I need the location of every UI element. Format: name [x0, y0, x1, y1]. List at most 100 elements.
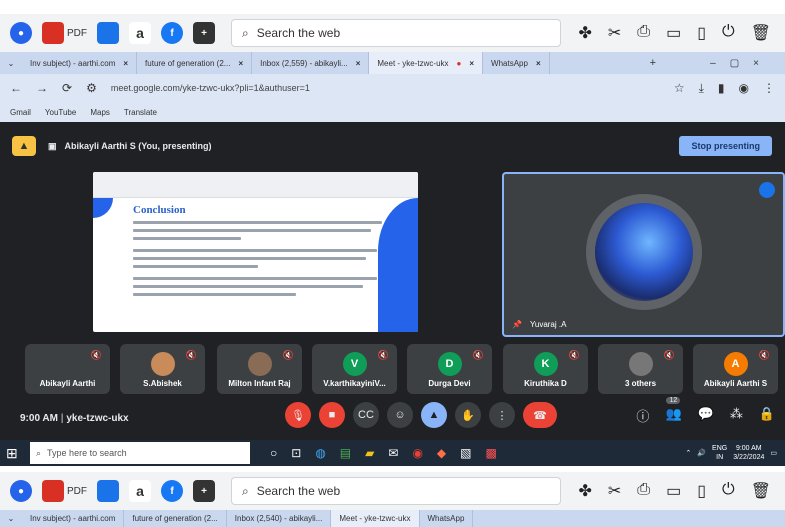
- plus-app-icon[interactable]: +: [193, 480, 215, 502]
- mic-off-button[interactable]: 🎙: [285, 402, 311, 428]
- tab-4[interactable]: WhatsApp ×: [483, 52, 550, 74]
- close-icon[interactable]: ×: [123, 59, 128, 68]
- volume-icon[interactable]: 🔊: [697, 449, 706, 457]
- participant-tile[interactable]: 🔇 Abikayli Aarthi: [25, 344, 110, 394]
- more-options-button[interactable]: ⋮: [489, 402, 515, 428]
- tab-1[interactable]: future of generation (2... ×: [137, 52, 253, 74]
- tray-arrow-icon[interactable]: ⌃: [685, 449, 691, 457]
- close-icon[interactable]: ×: [356, 59, 361, 68]
- bookmark-gmail[interactable]: Gmail: [10, 108, 31, 117]
- app-icon[interactable]: [97, 480, 119, 502]
- monitor-icon[interactable]: ▭: [666, 23, 681, 43]
- active-speaker-tile[interactable]: 📌 Yuvaraj .A: [502, 172, 785, 337]
- app-icon[interactable]: ▧: [460, 446, 471, 460]
- print-icon[interactable]: ⎙: [637, 481, 650, 501]
- language-indicator[interactable]: ENG IN: [712, 444, 727, 462]
- download-icon[interactable]: ⤓: [699, 81, 704, 96]
- trash-icon[interactable]: 🗑: [751, 23, 771, 43]
- site-info-icon[interactable]: ⚙: [86, 81, 97, 95]
- chat-icon[interactable]: 💬: [698, 406, 714, 425]
- tab-search-icon[interactable]: ⌄: [0, 59, 22, 68]
- tab-4[interactable]: WhatsApp: [420, 510, 474, 527]
- close-icon[interactable]: ×: [238, 59, 243, 68]
- reload-icon[interactable]: ⟳: [62, 81, 72, 95]
- pdf-icon[interactable]: [42, 22, 64, 44]
- start-orb-icon[interactable]: ●: [10, 480, 32, 502]
- tab-3[interactable]: Meet - yke-tzwc-ukx ● ×: [369, 52, 484, 74]
- bookmark-youtube[interactable]: YouTube: [45, 108, 76, 117]
- tab-1[interactable]: future of generation (2...: [124, 510, 227, 527]
- info-icon[interactable]: ⓘ: [636, 406, 649, 425]
- tab-0[interactable]: Inv subject) - aarthi.com: [22, 510, 125, 527]
- facebook-icon[interactable]: f: [161, 22, 183, 44]
- emoji-button[interactable]: ☺: [387, 402, 413, 428]
- a-icon[interactable]: a: [129, 480, 151, 502]
- participant-tile[interactable]: 🔇 Milton Infant Raj: [217, 344, 302, 394]
- bookmark-translate[interactable]: Translate: [124, 108, 157, 117]
- tray-clock[interactable]: 9:00 AM 3/22/2024: [733, 444, 764, 462]
- chrome-icon[interactable]: ◉: [412, 446, 422, 460]
- scissors-icon[interactable]: ✂: [608, 481, 621, 501]
- widgets-icon[interactable]: ⊡: [291, 446, 301, 460]
- tab-2[interactable]: Inbox (2,559) - abikayli... ×: [252, 52, 370, 74]
- app-icon[interactable]: [97, 22, 119, 44]
- participant-tile[interactable]: D 🔇 Durga Devi: [407, 344, 492, 394]
- windows-start-icon[interactable]: ⊞: [6, 445, 26, 462]
- tab-search-icon[interactable]: ⌄: [0, 514, 22, 523]
- taskbar-search-input[interactable]: ⌕ Type here to search: [30, 442, 250, 464]
- trash-icon[interactable]: 🗑: [751, 481, 771, 501]
- pdf-icon[interactable]: [42, 480, 64, 502]
- new-tab-icon[interactable]: +: [650, 57, 656, 69]
- power-icon[interactable]: ⏻: [722, 481, 735, 501]
- activities-icon[interactable]: ⁂: [730, 406, 743, 425]
- web-search-input[interactable]: ⌕ Search the web: [231, 19, 561, 47]
- battery-icon[interactable]: ▯: [697, 23, 706, 43]
- camera-off-button[interactable]: ■: [319, 402, 345, 428]
- participant-tile[interactable]: K 🔇 Kiruthika D: [503, 344, 588, 394]
- close-icon[interactable]: ×: [536, 59, 541, 68]
- host-controls-icon[interactable]: 🔒: [759, 406, 775, 425]
- participant-tile[interactable]: 🔇 S.Abishek: [120, 344, 205, 394]
- puzzle-icon[interactable]: ✤: [578, 23, 591, 43]
- stop-presenting-button[interactable]: Stop presenting: [679, 136, 772, 156]
- captions-button[interactable]: CC: [353, 402, 379, 428]
- web-search-input[interactable]: ⌕ Search the web: [231, 477, 561, 505]
- participant-tile[interactable]: V 🔇 V.karthikayiniV...: [312, 344, 397, 394]
- participant-tile[interactable]: 🔇 3 others: [598, 344, 683, 394]
- scissors-icon[interactable]: ✂: [608, 23, 621, 43]
- present-button[interactable]: ▲: [421, 402, 447, 428]
- profile-icon[interactable]: ◉: [739, 81, 749, 95]
- a-icon[interactable]: a: [129, 22, 151, 44]
- sidepanel-icon[interactable]: ▮: [718, 81, 725, 95]
- task-view-icon[interactable]: ○: [270, 446, 277, 460]
- url-text[interactable]: meet.google.com/yke-tzwc-ukx?pli=1&authu…: [111, 83, 310, 93]
- tab-0[interactable]: Inv subject) - aarthi.com ×: [22, 52, 138, 74]
- back-icon[interactable]: ←: [10, 81, 22, 95]
- facebook-icon[interactable]: f: [161, 480, 183, 502]
- start-orb-icon[interactable]: ●: [10, 22, 32, 44]
- close-icon[interactable]: ×: [469, 59, 474, 68]
- mail-icon[interactable]: ✉: [388, 446, 398, 460]
- app-icon[interactable]: ◆: [437, 446, 446, 460]
- raise-hand-button[interactable]: ✋: [455, 402, 481, 428]
- window-controls[interactable]: –▢×: [710, 58, 785, 69]
- people-icon[interactable]: 👥 12: [665, 397, 682, 425]
- edge-icon[interactable]: ◍: [315, 446, 325, 460]
- battery-icon[interactable]: ▯: [697, 481, 706, 501]
- print-icon[interactable]: ⎙: [637, 23, 650, 43]
- app-icon[interactable]: ▩: [486, 446, 497, 460]
- app-icon[interactable]: ▤: [340, 446, 351, 460]
- leave-call-button[interactable]: ☎: [523, 402, 557, 428]
- bookmark-maps[interactable]: Maps: [90, 108, 110, 117]
- menu-icon[interactable]: ⋮: [763, 81, 785, 95]
- power-icon[interactable]: ⏻: [722, 23, 735, 43]
- star-icon[interactable]: ☆: [674, 81, 685, 95]
- file-explorer-icon[interactable]: ▰: [365, 446, 374, 460]
- forward-icon[interactable]: →: [36, 81, 48, 95]
- notifications-icon[interactable]: ▭: [770, 449, 777, 457]
- pin-icon[interactable]: 📌: [512, 320, 522, 329]
- plus-app-icon[interactable]: +: [193, 22, 215, 44]
- monitor-icon[interactable]: ▭: [666, 481, 681, 501]
- tab-2[interactable]: Inbox (2,540) - abikayli...: [227, 510, 332, 527]
- puzzle-icon[interactable]: ✤: [578, 481, 591, 501]
